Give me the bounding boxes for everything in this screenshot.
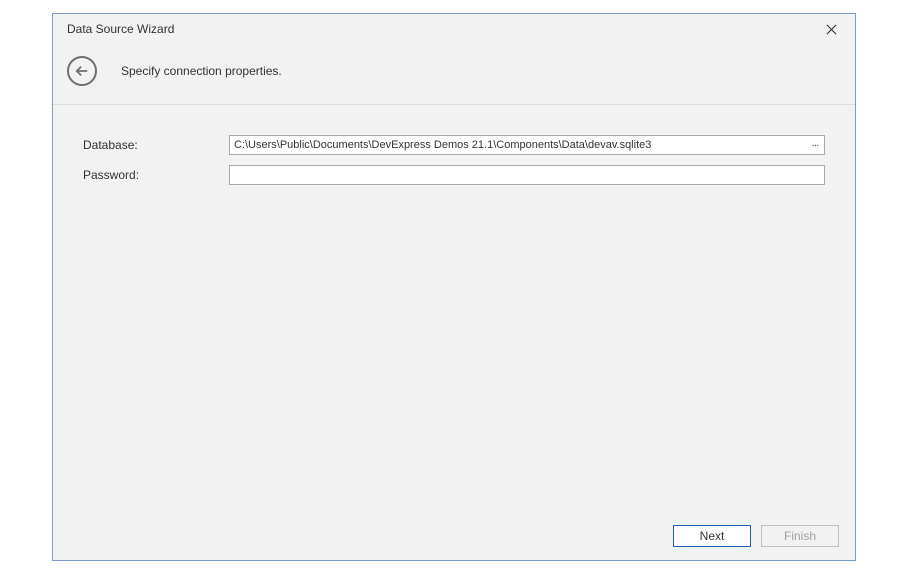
wizard-footer: Next Finish xyxy=(53,512,855,560)
database-input-wrapper: ··· xyxy=(229,135,825,155)
browse-button[interactable]: ··· xyxy=(806,136,824,154)
wizard-header: Specify connection properties. xyxy=(53,44,855,105)
ellipsis-icon: ··· xyxy=(812,140,819,151)
password-row: Password: xyxy=(83,165,825,185)
password-label: Password: xyxy=(83,168,229,182)
content-area: Database: ··· Password: xyxy=(53,105,855,512)
titlebar: Data Source Wizard xyxy=(53,14,855,44)
finish-button[interactable]: Finish xyxy=(761,525,839,547)
back-button[interactable] xyxy=(67,56,97,86)
database-input[interactable] xyxy=(229,135,825,155)
password-input[interactable] xyxy=(229,165,825,185)
next-button[interactable]: Next xyxy=(673,525,751,547)
arrow-left-icon xyxy=(75,64,89,78)
close-icon xyxy=(826,24,837,35)
database-row: Database: ··· xyxy=(83,135,825,155)
step-title: Specify connection properties. xyxy=(121,64,282,78)
close-button[interactable] xyxy=(817,18,845,40)
window-title: Data Source Wizard xyxy=(67,22,174,36)
database-label: Database: xyxy=(83,138,229,152)
password-input-wrapper xyxy=(229,165,825,185)
wizard-window: Data Source Wizard Specify connection pr… xyxy=(52,13,856,561)
